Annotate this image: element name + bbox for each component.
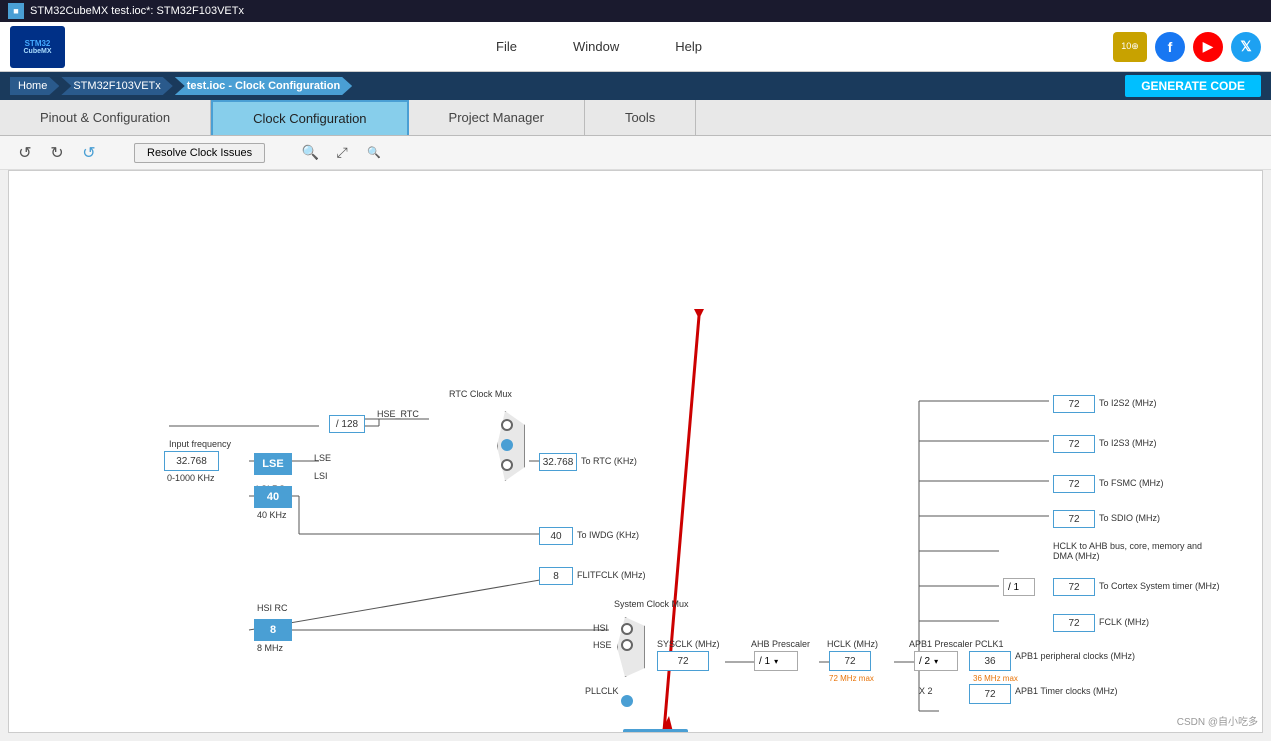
hclk-label: HCLK (MHz) [827, 639, 878, 649]
fsmc-label: To FSMC (MHz) [1099, 478, 1164, 488]
hclk-max: 72 MHz max [829, 674, 874, 683]
youtube-btn[interactable]: ▶ [1193, 32, 1223, 62]
menu-right: 10⊕ f ▶ 𝕏 [1113, 32, 1261, 62]
menu-bar: STM32 CubeMX File Window Help 10⊕ f ▶ 𝕏 [0, 22, 1271, 72]
hsi-mux-label: HSI [593, 623, 608, 633]
apb1-timer-value[interactable]: 72 [969, 684, 1011, 704]
sys-mux-hsi-radio[interactable] [621, 623, 633, 635]
input-freq-1-range: 0-1000 KHz [167, 473, 215, 483]
hse-rtc-label: HSE_RTC [377, 409, 419, 419]
apb1-timer-x: X 2 [919, 686, 933, 696]
zoom-out-button[interactable]: 🔍 [361, 140, 387, 166]
menu-file[interactable]: File [488, 35, 525, 58]
rtc-mux-lsi-radio[interactable] [501, 459, 513, 471]
lse-conn-label: LSE [314, 453, 331, 463]
hse-mux-label: HSE [593, 640, 612, 650]
div128-box[interactable]: / 128 [329, 415, 365, 433]
cortex-label: To Cortex System timer (MHz) [1099, 581, 1220, 591]
hclk-value-box[interactable]: 72 [829, 651, 871, 671]
sysclk-value-box[interactable]: 72 [657, 651, 709, 671]
rtc-label: To RTC (KHz) [581, 456, 637, 466]
rtc-mux-hse-radio[interactable] [501, 419, 513, 431]
ahb-prescaler-label: AHB Prescaler [751, 639, 810, 649]
ahb-prescaler-select[interactable]: / 1 [754, 651, 798, 671]
input-freq-1-value[interactable]: 32.768 [164, 451, 219, 471]
clock-diagram-canvas: Input frequency 32.768 0-1000 KHz LSE LS… [8, 170, 1263, 733]
breadcrumb: Home STM32F103VETx test.ioc - Clock Conf… [0, 72, 1271, 100]
pclk1-max: 36 MHz max [973, 674, 1018, 683]
pllclk-label: PLLCLK [585, 686, 619, 696]
facebook-btn[interactable]: f [1155, 32, 1185, 62]
sdio-top-value[interactable]: 72 [1053, 510, 1095, 528]
tab-bar: Pinout & Configuration Clock Configurati… [0, 100, 1271, 136]
sys-mux-hse-radio[interactable] [621, 639, 633, 651]
menu-help[interactable]: Help [667, 35, 710, 58]
tab-pinout[interactable]: Pinout & Configuration [0, 100, 211, 135]
generate-code-button[interactable]: GENERATE CODE [1125, 75, 1261, 97]
sdio-top-label: To SDIO (MHz) [1099, 513, 1160, 523]
hsi-box[interactable]: 8 [254, 619, 292, 641]
pclk1-text: PCLK1 [975, 639, 1004, 649]
flitfclk-label: FLITFCLK (MHz) [577, 570, 646, 580]
i2s3-label: To I2S3 (MHz) [1099, 438, 1157, 448]
sys-mux-pll-radio[interactable] [621, 695, 633, 707]
input-freq-1-label: Input frequency [169, 439, 231, 449]
refresh-button[interactable]: ↺ [76, 140, 102, 166]
twitter-btn[interactable]: 𝕏 [1231, 32, 1261, 62]
iwdg-label: To IWDG (KHz) [577, 530, 639, 540]
i2s2-label: To I2S2 (MHz) [1099, 398, 1157, 408]
i2s3-value[interactable]: 72 [1053, 435, 1095, 453]
tab-project[interactable]: Project Manager [409, 100, 585, 135]
fclk-value[interactable]: 72 [1053, 614, 1095, 632]
toolbar: ↺ ↻ ↺ Resolve Clock Issues 🔍 ⤢ 🔍 [0, 136, 1271, 170]
tab-clock[interactable]: Clock Configuration [211, 100, 408, 135]
apb1-timer-label: APB1 Timer clocks (MHz) [1015, 686, 1118, 696]
flitfclk-value-box[interactable]: 8 [539, 567, 573, 585]
apb1-prescaler-label: APB1 Prescaler [909, 639, 973, 649]
stm32-logo: STM32 CubeMX [10, 26, 65, 68]
cortex-value[interactable]: 72 [1053, 578, 1095, 596]
apb1-prescaler-select[interactable]: / 2 [914, 651, 958, 671]
rtc-clock-mux-label: RTC Clock Mux [449, 389, 512, 399]
menu-items: File Window Help [85, 35, 1113, 58]
enable-css-button[interactable]: Enable C... [623, 729, 688, 733]
lse-box[interactable]: LSE [254, 453, 292, 475]
lsi-box[interactable]: 40 [254, 486, 292, 508]
pclk1-label: APB1 peripheral clocks (MHz) [1015, 651, 1135, 661]
breadcrumb-device[interactable]: STM32F103VETx [61, 77, 172, 95]
title-bar: ■ STM32CubeMX test.ioc*: STM32F103VETx [0, 0, 1271, 22]
watermark: CSDN @自小吃多 [1177, 713, 1258, 728]
app-logo: ■ [8, 3, 24, 19]
rtc-value-box[interactable]: 32.768 [539, 453, 577, 471]
hsi-mhz: 8 MHz [257, 643, 283, 653]
lsi-khz: 40 KHz [257, 510, 287, 520]
fclk-label: FCLK (MHz) [1099, 617, 1149, 627]
tab-tools[interactable]: Tools [585, 100, 696, 135]
pclk1-value-box[interactable]: 36 [969, 651, 1011, 671]
title-text: STM32CubeMX test.ioc*: STM32F103VETx [30, 5, 244, 17]
hsi-rc-label: HSI RC [257, 603, 288, 613]
menu-window[interactable]: Window [565, 35, 627, 58]
rtc-mux-lse-radio[interactable] [501, 439, 513, 451]
undo-button[interactable]: ↺ [12, 140, 38, 166]
breadcrumb-home[interactable]: Home [10, 77, 59, 95]
fsmc-value[interactable]: 72 [1053, 475, 1095, 493]
redo-button[interactable]: ↻ [44, 140, 70, 166]
anniversary-badge: 10⊕ [1113, 32, 1147, 62]
system-clock-mux-label: System Clock Mux [614, 599, 689, 609]
lsi-conn-label: LSI [314, 471, 328, 481]
iwdg-value-box[interactable]: 40 [539, 527, 573, 545]
zoom-in-button[interactable]: 🔍 [297, 140, 323, 166]
resolve-clock-issues-button[interactable]: Resolve Clock Issues [134, 143, 265, 163]
expand-button[interactable]: ⤢ [329, 140, 355, 166]
breadcrumb-config[interactable]: test.ioc - Clock Configuration [175, 77, 352, 95]
i2s2-value[interactable]: 72 [1053, 395, 1095, 413]
cortex-div-select[interactable]: / 1 [1003, 578, 1035, 596]
hclk-bus-label: HCLK to AHB bus, core, memory and DMA (M… [1053, 541, 1213, 561]
breadcrumb-right: GENERATE CODE [1125, 75, 1261, 97]
sysclk-label: SYSCLK (MHz) [657, 639, 720, 649]
